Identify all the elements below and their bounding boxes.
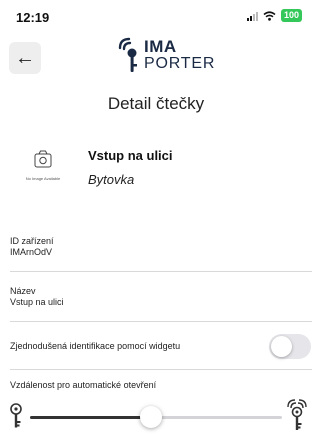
slider-fill bbox=[30, 416, 151, 419]
divider bbox=[10, 271, 312, 272]
no-image-icon bbox=[34, 150, 52, 168]
device-id-label: ID zařízení bbox=[10, 236, 54, 246]
auto-open-distance-label: Vzdálenost pro automatické otevření bbox=[10, 380, 157, 390]
widget-identification-label: Zjednodušená identifikace pomocí widgetu bbox=[10, 341, 181, 351]
name-value[interactable]: Vstup na ulici bbox=[10, 297, 302, 307]
device-id-value: IMArnOdV bbox=[10, 247, 53, 257]
widget-identification-toggle[interactable] bbox=[269, 334, 311, 359]
app-logo: IMA PORTER bbox=[117, 36, 216, 76]
key-signal-icon bbox=[118, 37, 137, 72]
signal-icon bbox=[246, 11, 258, 21]
divider bbox=[10, 369, 312, 370]
key-far-icon bbox=[287, 399, 307, 430]
device-group: Bytovka bbox=[88, 172, 135, 187]
status-time: 12:19 bbox=[16, 10, 50, 25]
back-button[interactable]: ← bbox=[9, 42, 41, 74]
logo-text-ima: IMA bbox=[144, 37, 177, 56]
battery-indicator: 100 bbox=[280, 9, 302, 22]
device-id-field: ID zařízení IMArnOdV bbox=[10, 236, 302, 257]
page-title: Detail čtečky bbox=[107, 94, 205, 113]
toggle-knob bbox=[271, 336, 292, 357]
status-icons: 100 bbox=[246, 9, 302, 22]
key-near-icon bbox=[10, 403, 22, 428]
wifi-icon bbox=[263, 10, 276, 21]
logo-text-porter: PORTER bbox=[144, 55, 216, 72]
name-field[interactable]: Název Vstup na ulici bbox=[10, 286, 302, 307]
auto-open-distance-slider[interactable] bbox=[8, 398, 308, 432]
arrow-left-icon: ← bbox=[15, 46, 35, 69]
device-name: Vstup na ulici bbox=[88, 148, 173, 163]
device-image-placeholder: No Image Available bbox=[18, 146, 68, 186]
status-bar: 12:19 100 bbox=[0, 0, 312, 28]
divider bbox=[10, 321, 312, 322]
no-image-caption: No Image Available bbox=[25, 176, 61, 181]
slider-thumb[interactable] bbox=[139, 406, 162, 428]
name-label: Název bbox=[10, 286, 36, 296]
